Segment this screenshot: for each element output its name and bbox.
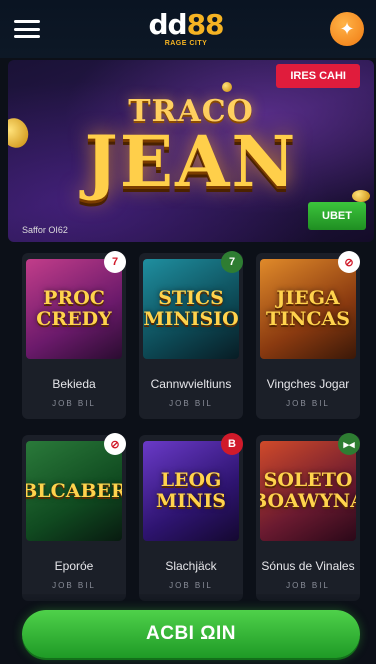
game-title: Vingches Jogar xyxy=(266,377,350,391)
game-provider: JOB BIL xyxy=(169,399,213,408)
game-badge-icon: ▸◂ xyxy=(338,433,360,455)
game-thumbnail: BLCABER xyxy=(26,441,122,541)
game-badge-icon: ⊘ xyxy=(338,251,360,273)
gift-icon[interactable]: ✦ xyxy=(330,12,364,46)
game-card[interactable]: 7 PROC CREDY Bekieda JOB BIL xyxy=(22,251,126,419)
game-card[interactable]: ⊘ JIEGA TINCAS Vingches Jogar JOB BIL xyxy=(256,251,360,419)
game-provider: JOB BIL xyxy=(286,399,330,408)
game-provider: JOB BIL xyxy=(52,399,96,408)
main-cta-button[interactable]: ACBI ΩIN xyxy=(22,610,360,658)
game-title: Slachjäck xyxy=(165,559,217,573)
hero-title-main: JEAN xyxy=(84,120,298,203)
game-thumbnail: SOLETO BOAWYNA xyxy=(260,441,356,541)
game-badge-icon: B xyxy=(221,433,243,455)
game-title: Bekieda xyxy=(52,377,96,391)
game-thumbnail: STICS MINISIO xyxy=(143,259,239,359)
game-card[interactable]: ⊘ BLCABER Eporóe JOB BIL xyxy=(22,433,126,601)
game-card[interactable]: ▸◂ SOLETO BOAWYNA Sónus de Vinales JOB B… xyxy=(256,433,360,601)
game-title: Eporóe xyxy=(54,559,94,573)
hero-subtitle: Saffor OI62 xyxy=(22,225,68,235)
game-title: Sónus de Vinales xyxy=(261,559,355,573)
coin-decoration xyxy=(222,82,232,92)
game-thumbnail: LEOG MINIS xyxy=(143,441,239,541)
game-card[interactable]: B LEOG MINIS Slachjäck JOB BIL xyxy=(139,433,243,601)
games-grid: 7 PROC CREDY Bekieda JOB BIL 7 STICS MIN… xyxy=(22,251,368,601)
logo-wordmark: dd88 xyxy=(148,8,224,41)
hero-badge[interactable]: IRES CAHI xyxy=(276,64,360,88)
site-logo[interactable]: dd88 RAGE CITY xyxy=(148,8,224,48)
hero-banner[interactable]: IRES CAHI TRACO JEAN Saffor OI62 UBET xyxy=(8,60,374,242)
game-provider: JOB BIL xyxy=(286,581,330,590)
hero-bet-button[interactable]: UBET xyxy=(308,202,366,230)
game-title: Cannwvieltiuns xyxy=(150,377,232,391)
game-provider: JOB BIL xyxy=(52,581,96,590)
game-card[interactable]: 7 STICS MINISIO Cannwvieltiuns JOB BIL xyxy=(139,251,243,419)
game-thumbnail: JIEGA TINCAS xyxy=(260,259,356,359)
game-badge-icon: ⊘ xyxy=(104,433,126,455)
hamburger-menu-icon[interactable] xyxy=(12,17,42,41)
logo-tagline: RAGE CITY xyxy=(164,40,208,47)
game-thumbnail: PROC CREDY xyxy=(26,259,122,359)
top-bar: dd88 RAGE CITY ✦ xyxy=(0,0,376,58)
game-badge-icon: 7 xyxy=(104,251,126,273)
game-badge-icon: 7 xyxy=(221,251,243,273)
game-provider: JOB BIL xyxy=(169,581,213,590)
